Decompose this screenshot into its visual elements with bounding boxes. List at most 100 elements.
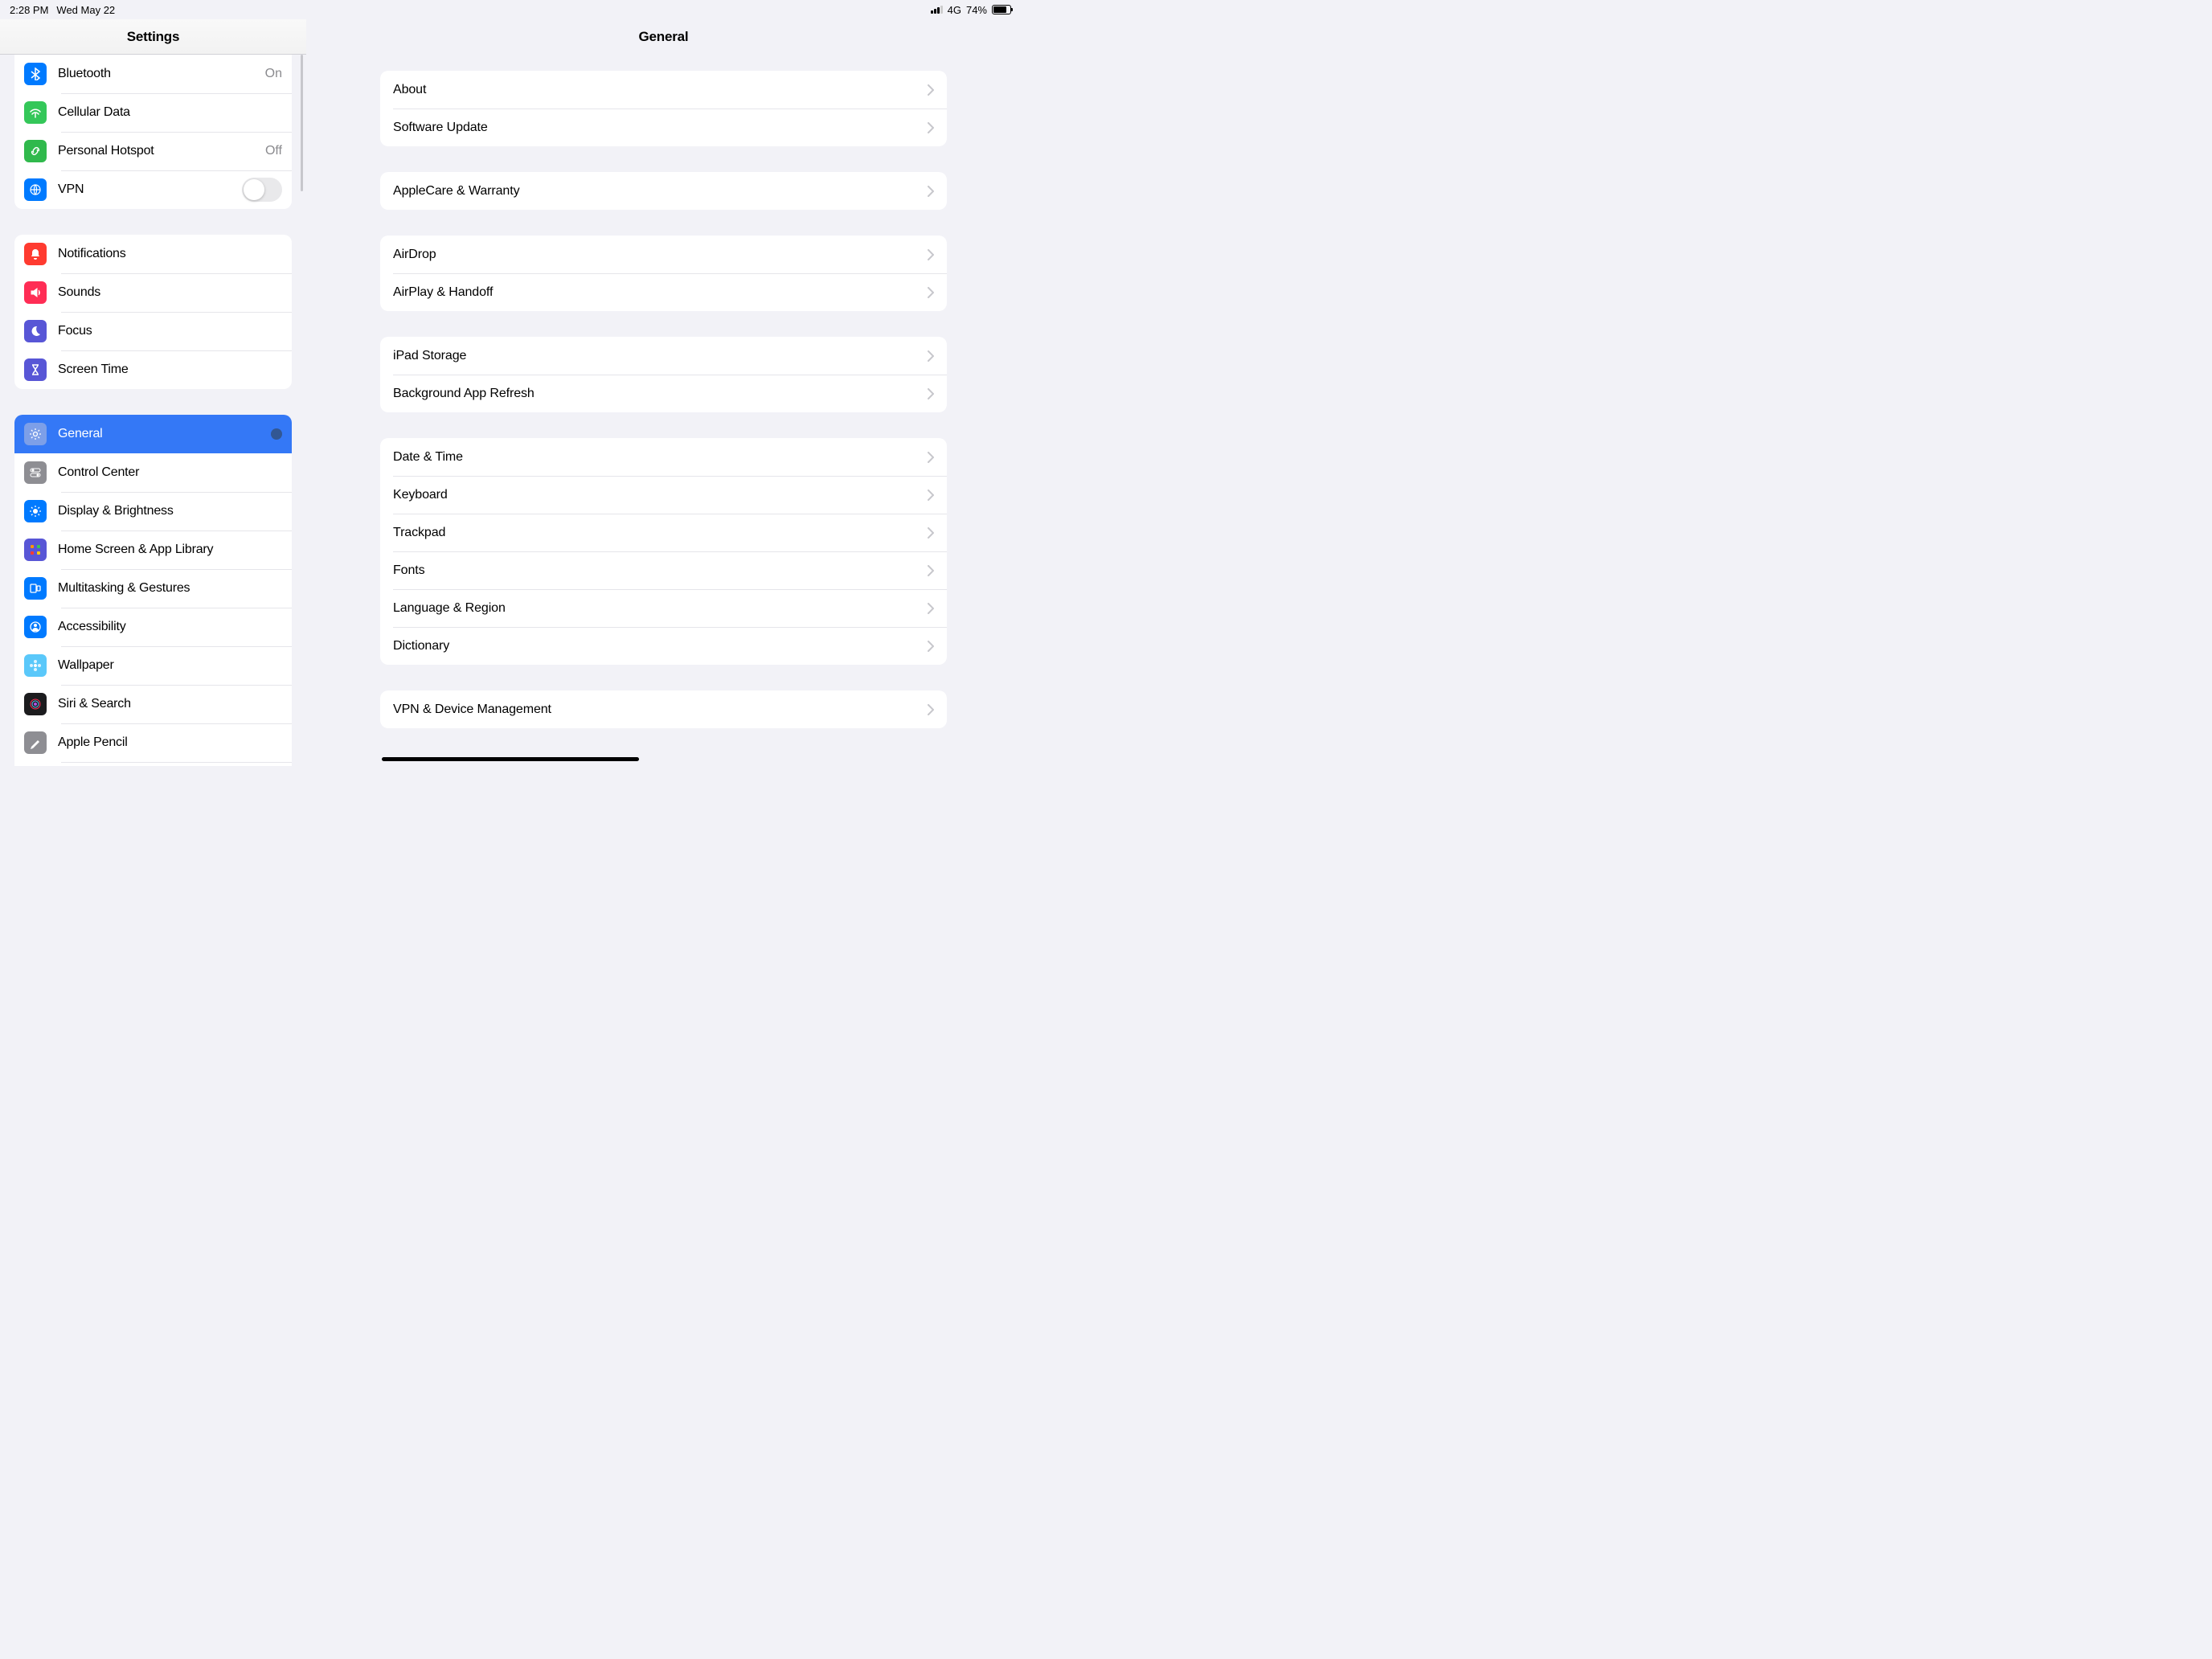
sidebar-item-label: Display & Brightness (58, 504, 282, 518)
sidebar-item-sounds[interactable]: Sounds (14, 273, 292, 312)
sidebar-item-vpn[interactable]: VPN (14, 170, 292, 209)
chevron-right-icon (928, 565, 934, 576)
rects-icon (24, 577, 47, 600)
sidebar-item-label: Notifications (58, 247, 282, 261)
sidebar-scroll[interactable]: BluetoothOn Cellular Data Personal Hotspot… (0, 55, 306, 766)
chevron-right-icon (928, 527, 934, 539)
chevron-right-icon (928, 603, 934, 614)
chevron-right-icon (928, 186, 934, 197)
person-icon (24, 616, 47, 638)
update-badge (271, 428, 282, 440)
sidebar-item-label: Apple Pencil (58, 735, 282, 750)
sidebar-item-label: Sounds (58, 285, 282, 300)
siri-icon (24, 693, 47, 715)
sidebar-header: Settings (0, 19, 306, 55)
sidebar-item-label: Focus (58, 324, 282, 338)
settings-sidebar: Settings BluetoothOn Cellular Data Persona… (0, 19, 306, 766)
chevron-right-icon (928, 84, 934, 96)
status-date: Wed May 22 (56, 4, 115, 16)
detail-row-about[interactable]: About (380, 71, 947, 109)
sidebar-item-label: Screen Time (58, 363, 282, 377)
sidebar-item-label: VPN (58, 182, 242, 197)
sidebar-item-focus[interactable]: Focus (14, 312, 292, 350)
sidebar-item-siri[interactable]: Siri & Search (14, 685, 292, 723)
sidebar-item-label: Multitasking & Gestures (58, 581, 282, 596)
detail-row-storage[interactable]: iPad Storage (380, 337, 947, 375)
link-icon (24, 140, 47, 162)
detail-row-trackpad[interactable]: Trackpad (380, 514, 947, 551)
detail-row-dictionary[interactable]: Dictionary (380, 627, 947, 665)
detail-row-airplay[interactable]: AirPlay & Handoff (380, 273, 947, 311)
sidebar-item-cellular[interactable]: Cellular Data (14, 93, 292, 132)
detail-body[interactable]: About Software Update AppleCare & Warranty… (306, 55, 1021, 766)
sidebar-item-multitasking[interactable]: Multitasking & Gestures (14, 569, 292, 608)
vpn-toggle[interactable] (242, 178, 282, 202)
sidebar-item-hotspot[interactable]: Personal HotspotOff (14, 132, 292, 170)
chevron-right-icon (928, 287, 934, 298)
sidebar-item-pencil[interactable]: Apple Pencil (14, 723, 292, 762)
chevron-right-icon (928, 641, 934, 652)
detail-title: General (639, 29, 689, 45)
network-type: 4G (948, 4, 961, 16)
detail-row-label: AirDrop (393, 248, 928, 262)
detail-row-label: Fonts (393, 563, 928, 578)
sidebar-item-label: Cellular Data (58, 105, 282, 120)
chevron-right-icon (928, 350, 934, 362)
detail-row-background-refresh[interactable]: Background App Refresh (380, 375, 947, 412)
sidebar-item-display[interactable]: Display & Brightness (14, 492, 292, 530)
detail-row-language[interactable]: Language & Region (380, 589, 947, 627)
detail-row-label: Software Update (393, 121, 928, 135)
hourglass-icon (24, 358, 47, 381)
sidebar-item-screentime[interactable]: Screen Time (14, 350, 292, 389)
detail-row-label: Keyboard (393, 488, 928, 502)
sidebar-item-bluetooth[interactable]: BluetoothOn (14, 55, 292, 93)
sidebar-item-value: On (265, 67, 282, 81)
detail-row-keyboard[interactable]: Keyboard (380, 476, 947, 514)
sidebar-item-notifications[interactable]: Notifications (14, 235, 292, 273)
detail-row-fonts[interactable]: Fonts (380, 551, 947, 589)
bluetooth-icon (24, 63, 47, 85)
chevron-right-icon (928, 388, 934, 399)
sidebar-item-label: Control Center (58, 465, 282, 480)
chevron-right-icon (928, 249, 934, 260)
detail-row-software-update[interactable]: Software Update (380, 109, 947, 146)
chevron-right-icon (928, 704, 934, 715)
globe-icon (24, 178, 47, 201)
sun-icon (24, 500, 47, 522)
detail-row-airdrop[interactable]: AirDrop (380, 236, 947, 273)
gear-icon (24, 423, 47, 445)
chevron-right-icon (928, 490, 934, 501)
detail-row-label: AirPlay & Handoff (393, 285, 928, 300)
cellular-signal-icon (931, 6, 943, 14)
sidebar-item-wallpaper[interactable]: Wallpaper (14, 646, 292, 685)
status-bar: 2:28 PM Wed May 22 4G 74% (0, 0, 1021, 19)
chevron-right-icon (928, 452, 934, 463)
flower-icon (24, 654, 47, 677)
detail-row-label: AppleCare & Warranty (393, 184, 928, 199)
home-indicator[interactable] (382, 757, 639, 761)
sidebar-item-label: Home Screen & App Library (58, 543, 282, 557)
detail-row-label: Dictionary (393, 639, 928, 653)
detail-row-label: VPN & Device Management (393, 703, 928, 717)
detail-row-label: iPad Storage (393, 349, 928, 363)
detail-pane: General About Software Update AppleCare & … (306, 19, 1021, 766)
switches-icon (24, 461, 47, 484)
pencil-icon (24, 731, 47, 754)
status-time: 2:28 PM (10, 4, 48, 16)
sidebar-item-accessibility[interactable]: Accessibility (14, 608, 292, 646)
detail-row-label: Background App Refresh (393, 387, 928, 401)
detail-row-label: About (393, 83, 928, 97)
sidebar-item-label: Accessibility (58, 620, 282, 634)
moon-icon (24, 320, 47, 342)
detail-row-applecare[interactable]: AppleCare & Warranty (380, 172, 947, 210)
detail-row-datetime[interactable]: Date & Time (380, 438, 947, 476)
detail-header: General (306, 19, 1021, 55)
sidebar-item-homescreen[interactable]: Home Screen & App Library (14, 530, 292, 569)
sidebar-item-general[interactable]: General (14, 415, 292, 453)
sidebar-item-faceid[interactable]: Face ID & Passcode (14, 762, 292, 766)
detail-row-label: Trackpad (393, 526, 928, 540)
sidebar-item-controlcenter[interactable]: Control Center (14, 453, 292, 492)
detail-row-vpn-management[interactable]: VPN & Device Management (380, 690, 947, 728)
grid-icon (24, 539, 47, 561)
sidebar-item-label: General (58, 427, 266, 441)
